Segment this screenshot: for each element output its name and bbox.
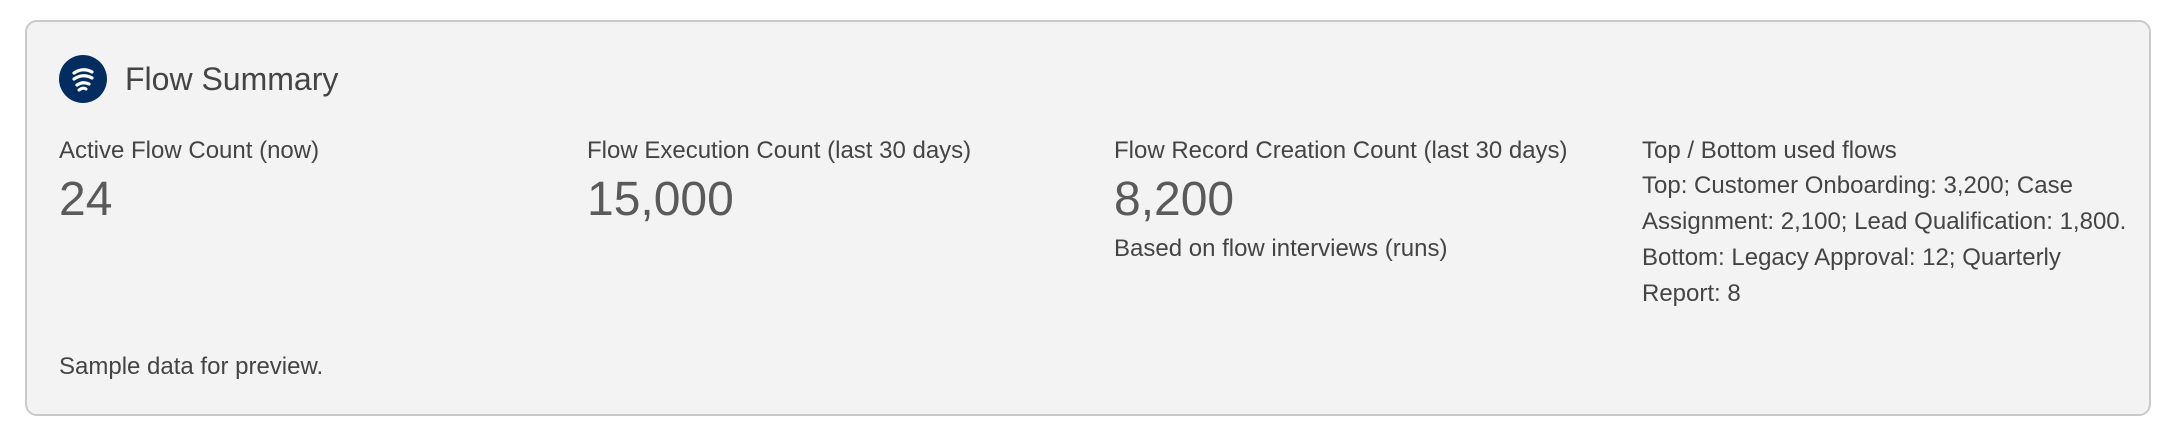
footer-note: Sample data for preview. (59, 353, 324, 380)
metric-note: Based on flow interviews (runs) (1114, 235, 1448, 262)
card-header: Flow Summary (59, 54, 338, 104)
metric-label: Flow Record Creation Count (last 30 days… (1114, 137, 1568, 164)
active-flow-metric: Active Flow Count (now) 24 (59, 134, 549, 228)
top-bottom-flows-text: Top: Customer Onboarding: 3,200; Case As… (1642, 172, 2127, 307)
metric-value: 24 (59, 173, 113, 226)
metric-label: Flow Execution Count (last 30 days) (587, 137, 972, 164)
flow-icon (59, 55, 107, 103)
flow-summary-card: Flow Summary Active Flow Count (now) 24 … (25, 20, 2151, 416)
metric-label: Active Flow Count (now) (59, 137, 320, 164)
top-bottom-flows-metric: Top / Bottom used flows Top: Customer On… (1642, 134, 2142, 312)
flow-execution-metric: Flow Execution Count (last 30 days) 15,0… (587, 134, 1077, 228)
flow-record-creation-metric: Flow Record Creation Count (last 30 days… (1114, 134, 1604, 266)
metric-value: 15,000 (587, 173, 734, 226)
metric-label: Top / Bottom used flows (1642, 137, 1897, 164)
metric-value: 8,200 (1114, 173, 1235, 226)
card-title: Flow Summary (125, 61, 339, 97)
